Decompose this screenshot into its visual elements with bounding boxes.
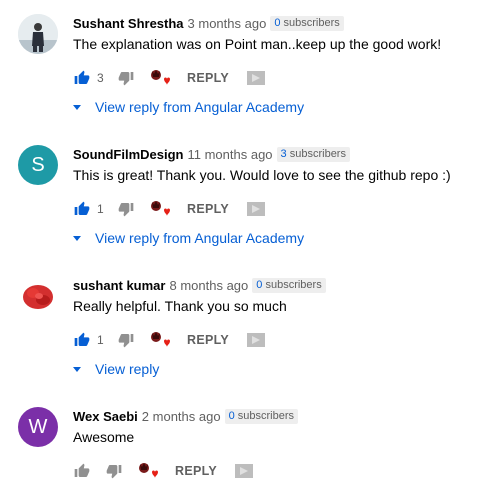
comment-text: This is great! Thank you. Would love to … bbox=[73, 167, 451, 183]
reply-button[interactable]: REPLY bbox=[187, 333, 229, 347]
caret-down-icon bbox=[73, 366, 81, 372]
author-name[interactable]: Sushant Shrestha bbox=[73, 16, 184, 31]
flag-icon[interactable] bbox=[235, 463, 254, 479]
author-name[interactable]: Wex Saebi bbox=[73, 409, 138, 424]
subscriber-label: subscribers bbox=[265, 278, 322, 291]
avatar[interactable]: W bbox=[18, 407, 58, 447]
thumbs-up-icon[interactable] bbox=[73, 69, 91, 87]
avatar-photo bbox=[18, 276, 58, 316]
avatar-letter: W bbox=[28, 415, 48, 438]
creator-heart-icon[interactable] bbox=[149, 330, 171, 350]
subscriber-label: subscribers bbox=[289, 147, 346, 160]
flag-icon[interactable] bbox=[247, 70, 266, 86]
flag-icon[interactable] bbox=[247, 201, 266, 217]
comment-actions: 3 REPLY bbox=[73, 68, 266, 88]
subscriber-count: 0 bbox=[228, 409, 235, 422]
subscriber-badge: 0 subscribers bbox=[270, 15, 344, 31]
reply-button[interactable]: REPLY bbox=[187, 202, 229, 216]
comment-header: SoundFilmDesign 11 months ago 3 subscrib… bbox=[73, 145, 350, 163]
like-count: 1 bbox=[97, 333, 104, 347]
thumbs-up-icon[interactable] bbox=[73, 200, 91, 218]
subscriber-label: subscribers bbox=[283, 16, 340, 29]
view-replies-label: View reply from Angular Academy bbox=[95, 230, 305, 246]
reply-button[interactable]: REPLY bbox=[175, 464, 217, 478]
view-replies-button[interactable]: View reply from Angular Academy bbox=[72, 229, 304, 247]
author-name[interactable]: sushant kumar bbox=[73, 278, 165, 293]
avatar[interactable] bbox=[18, 14, 58, 54]
thumbs-down-icon[interactable] bbox=[117, 200, 135, 218]
like-count: 1 bbox=[97, 202, 104, 216]
subscriber-badge: 0 subscribers bbox=[224, 408, 299, 424]
thumbs-down-icon[interactable] bbox=[105, 462, 123, 480]
creator-heart-icon[interactable] bbox=[137, 461, 159, 481]
thumbs-down-icon[interactable] bbox=[117, 331, 135, 349]
caret-down-icon bbox=[73, 235, 81, 241]
comment-actions: 1 REPLY bbox=[73, 330, 266, 350]
flag-icon[interactable] bbox=[247, 332, 266, 348]
comment-header: Sushant Shrestha 3 months ago 0 subscrib… bbox=[73, 14, 344, 32]
thumbs-up-icon[interactable] bbox=[73, 462, 91, 480]
author-name[interactable]: SoundFilmDesign bbox=[73, 147, 184, 162]
creator-heart-icon[interactable] bbox=[149, 199, 171, 219]
subscriber-badge: 0 subscribers bbox=[252, 277, 326, 293]
comment-header: sushant kumar 8 months ago 0 subscribers bbox=[73, 276, 326, 294]
avatar-letter: S bbox=[31, 153, 45, 176]
thumbs-up-icon[interactable] bbox=[73, 331, 91, 349]
subscriber-label: subscribers bbox=[237, 409, 295, 422]
comment-time[interactable]: 2 months ago bbox=[142, 409, 221, 424]
comment-time[interactable]: 8 months ago bbox=[169, 278, 248, 293]
like-count: 3 bbox=[97, 71, 104, 85]
comment-time[interactable]: 3 months ago bbox=[188, 16, 267, 31]
avatar-photo bbox=[18, 14, 58, 54]
view-replies-button[interactable]: View reply from Angular Academy bbox=[72, 98, 304, 116]
subscriber-badge: 3 subscribers bbox=[276, 146, 350, 162]
subscriber-count: 3 bbox=[280, 147, 287, 160]
comment-text: Really helpful. Thank you so much bbox=[73, 298, 287, 314]
comment-header: Wex Saebi 2 months ago 0 subscribers bbox=[73, 407, 299, 425]
comment-text: Awesome bbox=[73, 429, 135, 445]
view-replies-button[interactable]: View reply bbox=[72, 360, 159, 378]
comment-time[interactable]: 11 months ago bbox=[188, 147, 273, 162]
thumbs-down-icon[interactable] bbox=[117, 69, 135, 87]
subscriber-count: 0 bbox=[256, 278, 263, 291]
creator-heart-icon[interactable] bbox=[149, 68, 171, 88]
view-replies-label: View reply from Angular Academy bbox=[95, 99, 305, 115]
view-replies-label: View reply bbox=[95, 361, 160, 377]
comment-actions: 1 REPLY bbox=[73, 199, 266, 219]
avatar[interactable] bbox=[18, 276, 58, 316]
subscriber-count: 0 bbox=[274, 16, 281, 29]
caret-down-icon bbox=[73, 104, 81, 110]
reply-button[interactable]: REPLY bbox=[187, 71, 229, 85]
comment-actions: REPLY bbox=[73, 461, 254, 481]
avatar[interactable]: S bbox=[18, 145, 58, 185]
comment-text: The explanation was on Point man..keep u… bbox=[73, 36, 442, 52]
